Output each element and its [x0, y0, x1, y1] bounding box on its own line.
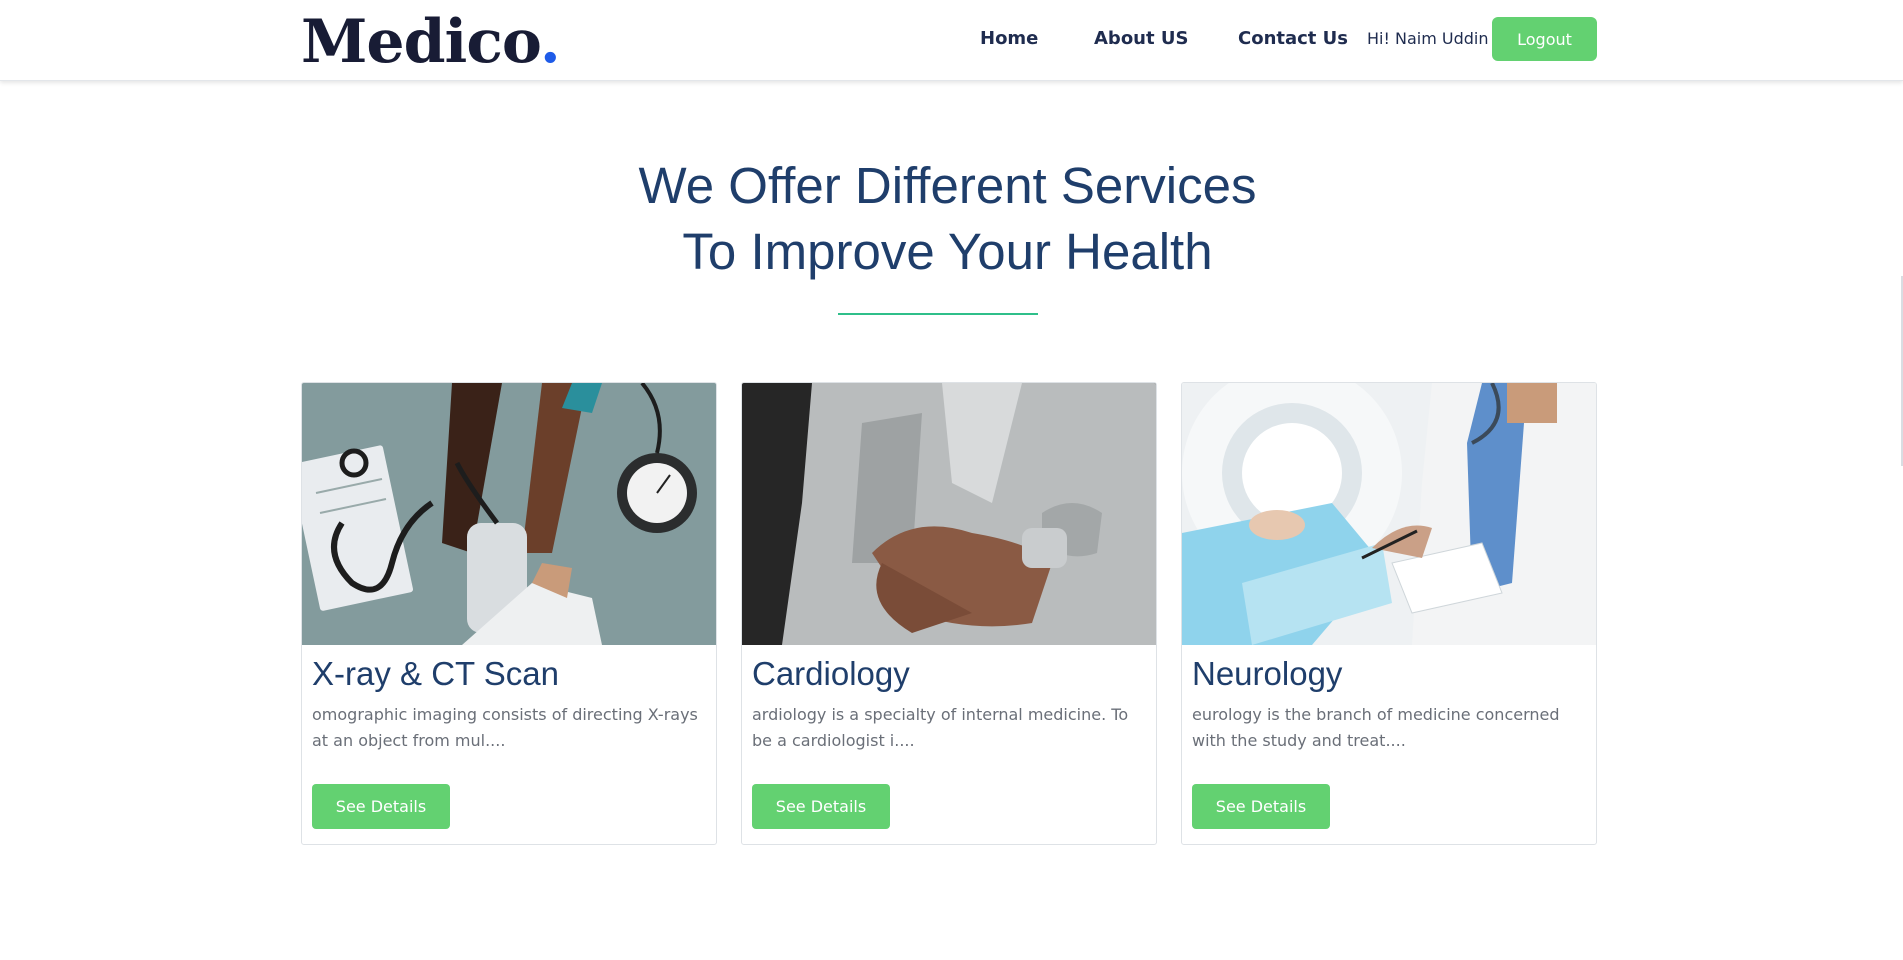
nav-contact-link[interactable]: Contact Us [1238, 28, 1348, 49]
brand-logo[interactable]: Medico. [301, 7, 561, 77]
scrollbar[interactable] [1897, 0, 1903, 960]
blood-pressure-image [302, 383, 716, 645]
nav-home-link[interactable]: Home [980, 28, 1038, 49]
see-details-button[interactable]: See Details [312, 784, 450, 829]
page: Medico. Home About US Contact Us Hi! Nai… [0, 0, 1903, 960]
nav-about-link[interactable]: About US [1094, 28, 1188, 49]
card-title: Neurology [1192, 655, 1343, 692]
heading-divider [838, 313, 1038, 315]
brand-name: Medico [301, 7, 541, 77]
see-details-button[interactable]: See Details [752, 784, 890, 829]
service-card-neurology: Neurology eurology is the branch of medi… [1181, 382, 1597, 845]
card-description: omographic imaging consists of directing… [312, 705, 698, 750]
card-description: ardiology is a specialty of internal med… [752, 705, 1129, 750]
user-greeting: Hi! Naim Uddin [1367, 29, 1489, 48]
services-heading: We Offer Different Services To Improve Y… [0, 153, 1895, 285]
card-title: X-ray & CT Scan [312, 655, 559, 692]
services-heading-line1: We Offer Different Services [638, 157, 1257, 214]
chest-pain-image [742, 383, 1156, 645]
card-title: Cardiology [752, 655, 910, 692]
service-card-xray: X-ray & CT Scan omographic imaging consi… [301, 382, 717, 845]
navbar: Medico. Home About US Contact Us Hi! Nai… [0, 0, 1903, 81]
services-heading-line2: To Improve Your Health [682, 223, 1213, 280]
logout-button[interactable]: Logout [1492, 17, 1597, 61]
service-card-cardiology: Cardiology ardiology is a specialty of i… [741, 382, 1157, 845]
card-description: eurology is the branch of medicine conce… [1192, 705, 1560, 750]
see-details-button[interactable]: See Details [1192, 784, 1330, 829]
brand-dot: . [539, 7, 561, 77]
mri-scan-image [1182, 383, 1596, 645]
